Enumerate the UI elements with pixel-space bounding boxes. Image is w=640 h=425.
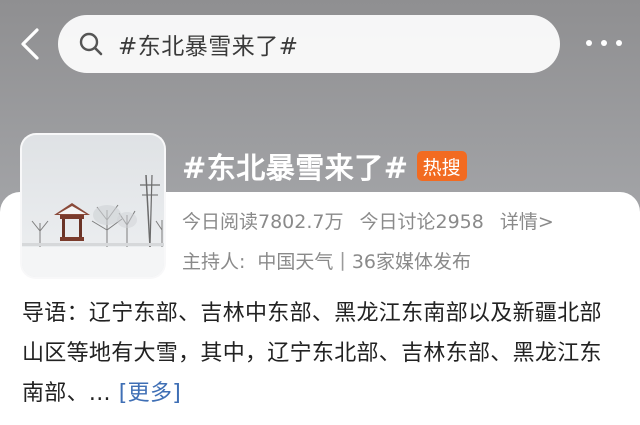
topic-host-row: 主持人: 中国天气 | 36家媒体发布 xyxy=(182,240,471,280)
topic-cover-image[interactable] xyxy=(20,133,166,279)
divider: | xyxy=(339,249,346,271)
host-label: 主持人: xyxy=(182,250,246,273)
details-link[interactable]: 详情> xyxy=(500,207,554,234)
topic-intro: 导语：辽宁东部、吉林中东部、黑龙江东南部以及新疆北部山区等地有大雪，其中，辽宁东… xyxy=(22,294,622,414)
search-input[interactable]: #东北暴雪来了# xyxy=(58,15,560,73)
search-icon xyxy=(78,29,108,59)
snow-scene-image xyxy=(22,135,164,277)
more-dots-icon xyxy=(586,40,622,46)
search-query-text: #东北暴雪来了# xyxy=(118,34,299,60)
host-name[interactable]: 中国天气 xyxy=(257,247,333,274)
more-link[interactable]: [更多] xyxy=(119,381,181,406)
back-arrow-icon xyxy=(21,28,39,60)
back-button[interactable] xyxy=(16,22,44,66)
hot-search-badge: 热搜 xyxy=(416,151,467,181)
intro-text: 导语：辽宁东部、吉林中东部、黑龙江东南部以及新疆北部山区等地有大雪，其中，辽宁东… xyxy=(22,301,602,406)
discussion-count: 今日讨论2958 xyxy=(359,210,484,233)
topic-title-row: #东北暴雪来了# 热搜 xyxy=(182,146,467,186)
more-options-button[interactable] xyxy=(582,28,626,58)
topic-stats-row: 今日阅读7802.7万 今日讨论2958 详情> xyxy=(182,200,554,240)
read-count: 今日阅读7802.7万 xyxy=(182,210,344,233)
media-count[interactable]: 36家媒体发布 xyxy=(352,247,471,274)
topic-title: #东北暴雪来了# xyxy=(182,151,409,185)
